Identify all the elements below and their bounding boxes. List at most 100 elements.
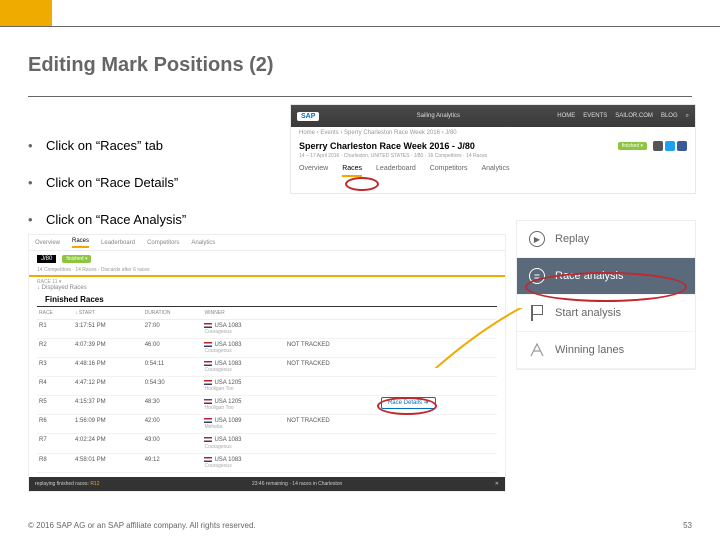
cell-duration: 0:54:30	[143, 377, 203, 396]
race-details-button[interactable]: Race Details ➜	[381, 397, 436, 409]
bullet-item: Click on “Race Details”	[28, 175, 248, 190]
flag-icon	[204, 361, 212, 366]
event-tabs: Overview Races Leaderboard Competitors A…	[291, 159, 695, 177]
col-duration: DURATION	[143, 307, 203, 320]
table-heading: Finished Races	[37, 291, 497, 307]
menu-label: Replay	[555, 233, 589, 245]
flag-icon	[204, 457, 212, 462]
cell-action	[379, 358, 497, 377]
footer-label: replaying finished races:	[35, 481, 89, 487]
col-winner: WINNER	[202, 307, 284, 320]
cell-action	[379, 320, 497, 339]
cell-duration: 48:30	[143, 396, 203, 415]
tab-competitors[interactable]: Competitors	[147, 240, 179, 246]
col-start: ↓ START	[73, 307, 143, 320]
copyright-text: © 2016 SAP AG or an SAP affiliate compan…	[28, 521, 256, 530]
twitter-icon[interactable]	[665, 141, 675, 151]
menu-item-replay[interactable]: ▶ Replay	[517, 221, 695, 258]
share-icon[interactable]	[653, 141, 663, 151]
cell-winner: USA 1083Courageous	[202, 358, 284, 377]
tab-races[interactable]: Races	[72, 238, 89, 248]
cell-start: 4:48:16 PM	[73, 358, 143, 377]
breadcrumb: Home › Events › Sperry Charleston Race W…	[291, 127, 695, 139]
tab-analytics[interactable]: Analytics	[191, 240, 215, 246]
slide-footer: © 2016 SAP AG or an SAP affiliate compan…	[28, 521, 692, 530]
cell-action	[379, 377, 497, 396]
flag-icon	[204, 418, 212, 423]
tab-competitors[interactable]: Competitors	[430, 165, 468, 177]
cell-race: R5	[37, 396, 73, 415]
sap-logo: SAP	[297, 112, 319, 121]
top-divider	[0, 26, 720, 27]
cell-action	[379, 415, 497, 434]
page-title: Editing Mark Positions (2)	[28, 54, 274, 77]
nav-item[interactable]: BLOG	[661, 113, 678, 120]
menu-item-start-analysis[interactable]: Start analysis	[517, 295, 695, 332]
cell-race: R3	[37, 358, 73, 377]
menu-label: Race analysis	[555, 270, 623, 282]
highlight-ring-races-tab	[345, 177, 379, 191]
app-top-bar: SAP Sailing Analytics HOME EVENTS SAILOR…	[291, 105, 695, 127]
tab-overview[interactable]: Overview	[299, 165, 328, 177]
cell-start: 3:17:51 PM	[73, 320, 143, 339]
accent-divider	[29, 275, 505, 277]
col-action	[379, 307, 497, 320]
flag-icon	[204, 342, 212, 347]
cell-race: R7	[37, 434, 73, 453]
cell-start: 4:47:12 PM	[73, 377, 143, 396]
tab-overview[interactable]: Overview	[35, 240, 60, 246]
cell-action	[379, 453, 497, 472]
cell-winner: USA 1083Courageous	[202, 320, 284, 339]
menu-label: Winning lanes	[555, 344, 624, 356]
flag-icon	[529, 305, 545, 321]
nav-item[interactable]: HOME	[557, 113, 575, 120]
analysis-icon: ≣	[529, 268, 545, 284]
cell-start: 4:07:39 PM	[73, 339, 143, 358]
cell-status: NOT TRACKED	[285, 358, 379, 377]
cell-status: NOT TRACKED	[285, 339, 379, 358]
cell-winner: USA 1205Hooligan Too	[202, 377, 284, 396]
cell-status	[285, 320, 379, 339]
cell-race: R2	[37, 339, 73, 358]
class-label: J/80	[37, 255, 56, 263]
app-brand: Sailing Analytics	[417, 113, 460, 119]
menu-item-race-analysis[interactable]: ≣ Race analysis	[517, 258, 695, 295]
flag-icon	[204, 323, 212, 328]
cell-status	[285, 377, 379, 396]
bullet-item: Click on “Race Analysis”	[28, 212, 248, 227]
search-icon[interactable]: ⌕	[686, 113, 689, 120]
bullet-item: Click on “Races” tab	[28, 138, 248, 153]
col-race: RACE	[37, 307, 73, 320]
cell-race: R6	[37, 415, 73, 434]
tab-races[interactable]: Races	[342, 165, 362, 177]
cell-status	[285, 453, 379, 472]
tab-analytics[interactable]: Analytics	[481, 165, 509, 177]
title-divider	[28, 96, 692, 97]
facebook-icon[interactable]	[677, 141, 687, 151]
page-tabs: Overview Races Leaderboard Competitors A…	[29, 235, 505, 251]
tab-leaderboard[interactable]: Leaderboard	[101, 240, 135, 246]
nav-item[interactable]: SAILOR.COM	[615, 113, 653, 120]
screenshot-races-table: Overview Races Leaderboard Competitors A…	[28, 234, 506, 492]
event-title: Sperry Charleston Race Week 2016 - J/80	[299, 141, 612, 151]
flag-icon	[204, 437, 212, 442]
cell-start: 1:56:09 PM	[73, 415, 143, 434]
footer-race: R12	[90, 481, 99, 487]
page-number: 53	[683, 521, 692, 530]
close-icon[interactable]: ✕	[495, 481, 499, 487]
status-badge[interactable]: finished ▾	[62, 255, 91, 263]
cell-race: R8	[37, 453, 73, 472]
status-badge[interactable]: finished ▾	[618, 142, 647, 150]
cell-duration: 49:12	[143, 453, 203, 472]
cell-action: Race Details ➜	[379, 396, 497, 415]
cell-duration: 43:00	[143, 434, 203, 453]
menu-item-winning-lanes[interactable]: Winning lanes	[517, 332, 695, 369]
flag-icon	[204, 380, 212, 385]
menu-label: Start analysis	[555, 307, 621, 319]
table-row: R44:47:12 PM0:54:30USA 1205Hooligan Too	[37, 377, 497, 396]
screenshot-analysis-menu: ▶ Replay ≣ Race analysis Start analysis …	[516, 220, 696, 370]
cell-duration: 0:54:11	[143, 358, 203, 377]
nav-item[interactable]: EVENTS	[583, 113, 607, 120]
class-meta: 14 Competitors · 14 Races · Discards aft…	[29, 267, 505, 273]
tab-leaderboard[interactable]: Leaderboard	[376, 165, 416, 177]
